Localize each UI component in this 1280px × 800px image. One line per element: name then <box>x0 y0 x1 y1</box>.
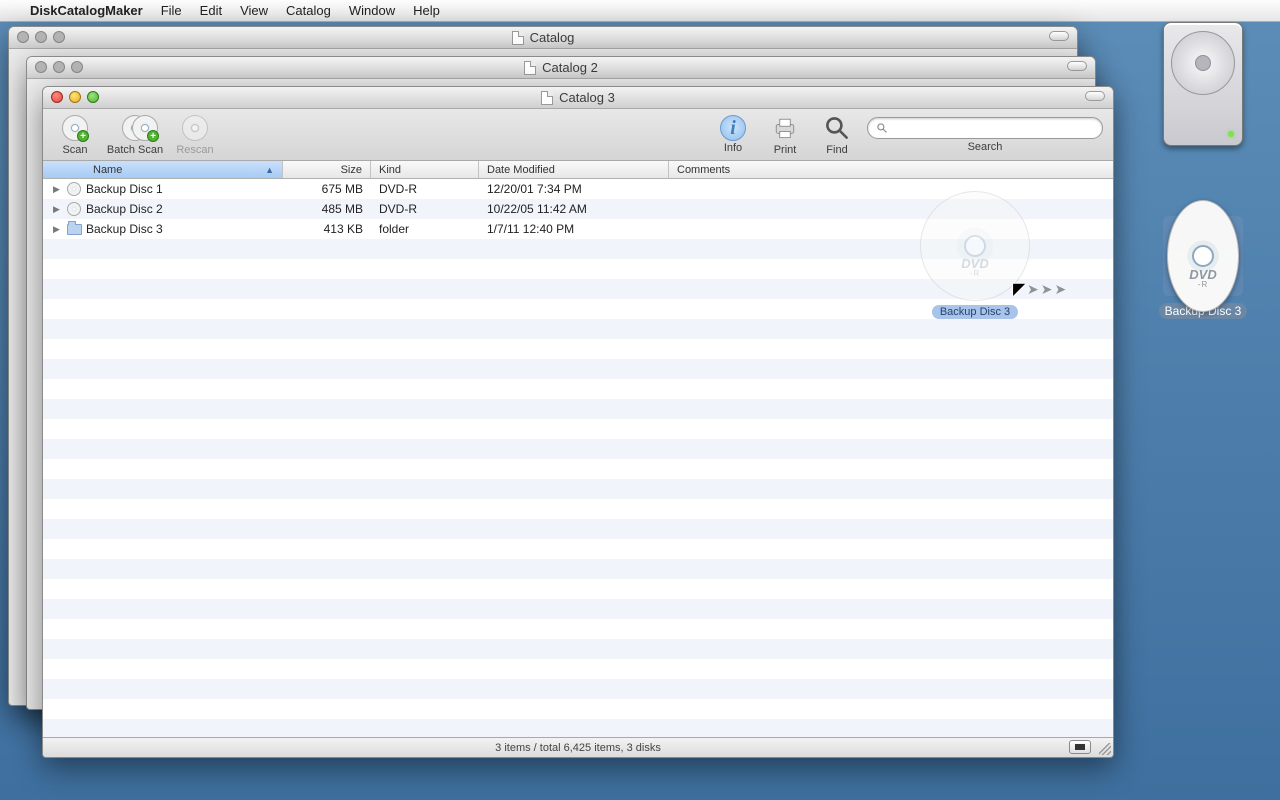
window-catalog-3[interactable]: Catalog 3 + Scan + Batch Scan Rescan i I… <box>42 86 1114 758</box>
search-icon <box>876 122 888 134</box>
printer-icon <box>770 113 800 143</box>
table-row[interactable]: ▶ Backup Disc 2 485 MB DVD-R 10/22/05 11… <box>43 199 1113 219</box>
cursor-icon: ◤ <box>1013 279 1025 299</box>
column-kind[interactable]: Kind <box>371 161 479 178</box>
minimize-button[interactable] <box>35 31 47 43</box>
titlebar[interactable]: Catalog 3 <box>43 87 1113 109</box>
item-kind: folder <box>371 222 479 236</box>
zoom-button[interactable] <box>71 61 83 73</box>
info-button[interactable]: i Info <box>711 115 755 154</box>
window-title: Catalog <box>530 30 575 45</box>
item-kind: DVD-R <box>371 182 479 196</box>
sort-asc-icon: ▲ <box>265 165 274 175</box>
hard-drive-icon <box>1163 22 1243 146</box>
disc-icon <box>66 201 82 217</box>
item-date: 1/7/11 12:40 PM <box>479 222 669 236</box>
search-field[interactable] <box>867 117 1103 139</box>
disc-icon <box>66 181 82 197</box>
item-size: 675 MB <box>283 182 371 196</box>
cursor-trail-icon: ➤➤➤ <box>1027 281 1068 298</box>
menu-window[interactable]: Window <box>349 3 395 18</box>
toolbar-toggle-button[interactable] <box>1067 61 1087 71</box>
disc-icon: + <box>132 115 158 141</box>
minimize-button[interactable] <box>69 91 81 103</box>
item-name: Backup Disc 1 <box>86 182 163 196</box>
document-icon <box>512 31 524 45</box>
menu-bar: DiskCatalogMaker File Edit View Catalog … <box>0 0 1280 22</box>
menu-file[interactable]: File <box>161 3 182 18</box>
document-icon <box>524 61 536 75</box>
batch-scan-button[interactable]: + Batch Scan <box>105 113 165 156</box>
zoom-button[interactable] <box>53 31 65 43</box>
item-date: 12/20/01 7:34 PM <box>479 182 669 196</box>
close-button[interactable] <box>17 31 29 43</box>
menu-view[interactable]: View <box>240 3 268 18</box>
item-size: 413 KB <box>283 222 371 236</box>
column-headers: Name▲ Size Kind Date Modified Comments <box>43 161 1113 179</box>
column-comments[interactable]: Comments <box>669 161 1113 178</box>
close-button[interactable] <box>51 91 63 103</box>
table-row[interactable]: ▶ Backup Disc 3 413 KB folder 1/7/11 12:… <box>43 219 1113 239</box>
menu-catalog[interactable]: Catalog <box>286 3 331 18</box>
rescan-button[interactable]: Rescan <box>173 113 217 156</box>
titlebar[interactable]: Catalog <box>9 27 1077 49</box>
toolbar: + Scan + Batch Scan Rescan i Info Print <box>43 109 1113 161</box>
scan-button[interactable]: + Scan <box>53 113 97 156</box>
item-size: 485 MB <box>283 202 371 216</box>
menu-help[interactable]: Help <box>413 3 440 18</box>
toolbar-toggle-button[interactable] <box>1049 31 1069 41</box>
item-name: Backup Disc 3 <box>86 222 163 236</box>
resize-handle-icon[interactable] <box>1099 743 1111 755</box>
zoom-button[interactable] <box>87 91 99 103</box>
table-row[interactable]: ▶ Backup Disc 1 675 MB DVD-R 12/20/01 7:… <box>43 179 1113 199</box>
folder-icon <box>66 221 82 237</box>
catalog-list[interactable]: ▶ Backup Disc 1 675 MB DVD-R 12/20/01 7:… <box>43 179 1113 737</box>
search-label: Search <box>968 141 1003 153</box>
minimize-button[interactable] <box>53 61 65 73</box>
status-text: 3 items / total 6,425 items, 3 disks <box>495 742 661 754</box>
item-date: 10/22/05 11:42 AM <box>479 202 669 216</box>
disclosure-triangle-icon[interactable]: ▶ <box>53 184 62 195</box>
window-title: Catalog 3 <box>559 90 615 105</box>
desktop-hd[interactable]: Macintosh HD <box>1138 44 1268 148</box>
magnifier-icon <box>822 113 852 143</box>
document-icon <box>541 91 553 105</box>
search-input[interactable] <box>894 121 1094 135</box>
disc-scan-icon: + <box>62 115 88 141</box>
desktop-dvd[interactable]: DVD-R Backup Disc 3 <box>1138 216 1268 320</box>
titlebar[interactable]: Catalog 2 <box>27 57 1095 79</box>
status-bar: 3 items / total 6,425 items, 3 disks <box>43 737 1113 757</box>
find-button[interactable]: Find <box>815 113 859 156</box>
app-menu[interactable]: DiskCatalogMaker <box>30 3 143 18</box>
window-title: Catalog 2 <box>542 60 598 75</box>
print-button[interactable]: Print <box>763 113 807 156</box>
column-size[interactable]: Size <box>283 161 371 178</box>
close-button[interactable] <box>35 61 47 73</box>
column-date[interactable]: Date Modified <box>479 161 669 178</box>
column-name[interactable]: Name▲ <box>43 161 283 178</box>
disclosure-triangle-icon[interactable]: ▶ <box>53 224 62 235</box>
info-icon: i <box>720 115 746 141</box>
disc-rescan-icon <box>182 115 208 141</box>
item-name: Backup Disc 2 <box>86 202 163 216</box>
disclosure-triangle-icon[interactable]: ▶ <box>53 204 62 215</box>
dvd-icon: DVD-R <box>1167 200 1239 312</box>
toolbar-toggle-button[interactable] <box>1085 91 1105 101</box>
item-kind: DVD-R <box>371 202 479 216</box>
view-mode-button[interactable] <box>1069 740 1091 754</box>
menu-edit[interactable]: Edit <box>200 3 222 18</box>
